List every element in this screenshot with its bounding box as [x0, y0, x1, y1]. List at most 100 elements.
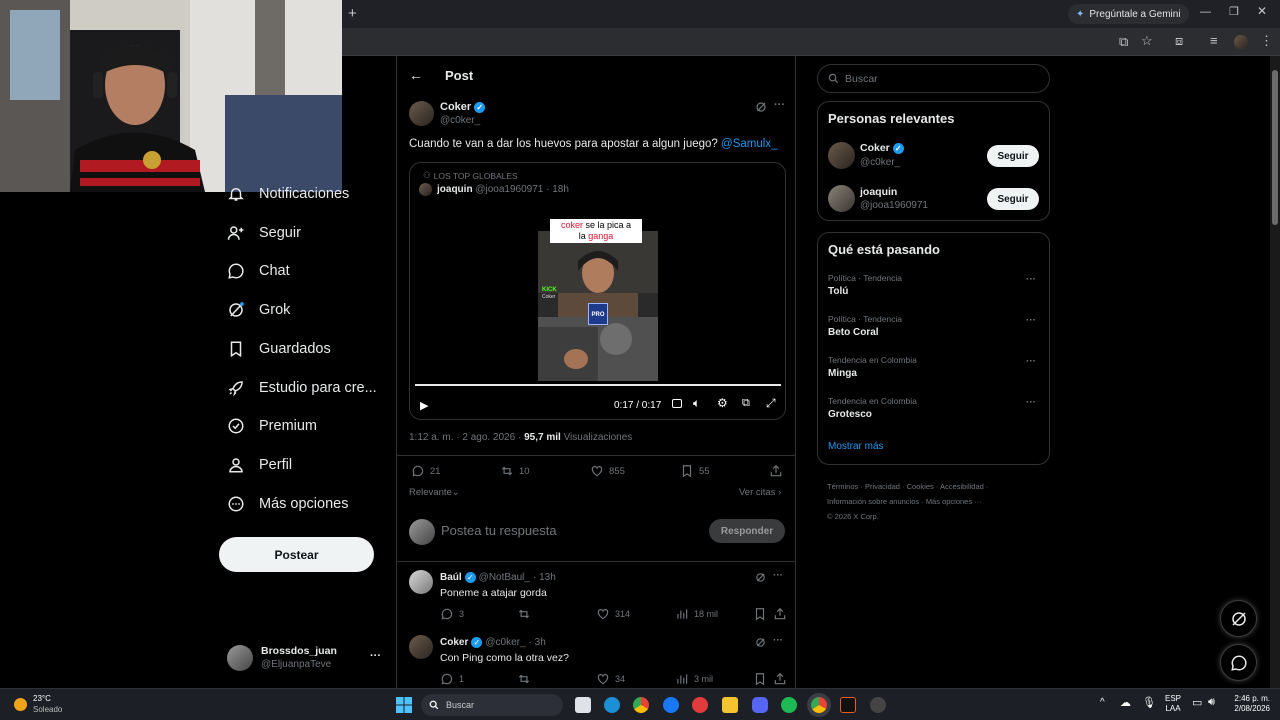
- clock[interactable]: 2:46 p. m. 2/08/2026: [1228, 694, 1270, 714]
- windows-start-icon[interactable]: [396, 697, 412, 713]
- footer-link-cookies[interactable]: Cookies: [907, 482, 934, 491]
- reply-share-button[interactable]: [773, 672, 787, 686]
- video-progress-bar[interactable]: [415, 384, 781, 386]
- facebook-icon[interactable]: [663, 697, 679, 713]
- trend-item[interactable]: Política · Tendencia Beto Coral ···: [818, 312, 1049, 348]
- close-window-icon[interactable]: ✕: [1257, 4, 1267, 18]
- trend-more-icon[interactable]: ···: [1026, 397, 1036, 408]
- new-tab-button[interactable]: +: [348, 5, 357, 22]
- sidebar-item-premium[interactable]: Premium: [227, 411, 317, 441]
- play-icon[interactable]: ▶: [420, 399, 428, 412]
- install-app-icon[interactable]: ⧉: [1119, 34, 1128, 50]
- footer-link-privacidad[interactable]: Privacidad: [865, 482, 900, 491]
- grok-explain-icon[interactable]: [755, 572, 766, 583]
- share-button[interactable]: [769, 464, 783, 478]
- reply-repost-button[interactable]: [517, 607, 531, 621]
- fullscreen-icon[interactable]: ⤢: [766, 396, 776, 411]
- post-more-icon[interactable]: ···: [774, 99, 785, 111]
- reply-input[interactable]: Postea tu respuesta: [441, 523, 557, 538]
- messages-floating-button[interactable]: [1220, 644, 1257, 681]
- minimize-icon[interactable]: —: [1200, 6, 1211, 18]
- restore-icon[interactable]: ❐: [1229, 5, 1239, 18]
- settings-gear-icon[interactable]: ⚙: [717, 396, 728, 410]
- footer-link-accesibilidad[interactable]: Accesibilidad: [940, 482, 984, 491]
- captions-icon[interactable]: [672, 399, 682, 408]
- post-author-handle[interactable]: @c0ker_: [440, 115, 480, 126]
- sidebar-item-perfil[interactable]: Perfil: [227, 450, 292, 480]
- taskbar-search[interactable]: Buscar: [421, 694, 563, 716]
- sidebar-item-grok[interactable]: Grok: [227, 295, 290, 325]
- footer-link-terminos[interactable]: Términos: [827, 482, 858, 491]
- file-explorer-icon[interactable]: [722, 697, 738, 713]
- task-view-icon[interactable]: [575, 697, 591, 713]
- gemini-button[interactable]: ✦ Pregúntale a Gemini: [1068, 4, 1189, 24]
- reply-item[interactable]: Baúl ✓ @NotBaul_ · 13h ··· Poneme a ataj…: [397, 564, 795, 628]
- like-button[interactable]: 855: [590, 464, 625, 478]
- reply-views[interactable]: 3 mil: [675, 672, 713, 686]
- grok-explain-icon[interactable]: [755, 101, 767, 113]
- post-author-avatar[interactable]: [409, 101, 434, 126]
- reply-reply-button[interactable]: 3: [440, 607, 464, 621]
- reply-repost-button[interactable]: [517, 672, 531, 686]
- star-icon[interactable]: ☆: [1141, 33, 1153, 49]
- reply-submit-button[interactable]: Responder: [709, 519, 785, 543]
- reply-share-button[interactable]: [773, 607, 787, 621]
- edge-icon[interactable]: [604, 697, 620, 713]
- display-icon[interactable]: ▭: [1192, 696, 1202, 709]
- reply-views[interactable]: 18 mil: [675, 607, 718, 621]
- person-avatar[interactable]: [828, 142, 855, 169]
- chrome-active-icon[interactable]: [811, 697, 827, 713]
- reading-list-icon[interactable]: ≡: [1210, 33, 1218, 48]
- person-name[interactable]: joaquin: [860, 186, 897, 198]
- sidebar-item-guardados[interactable]: Guardados: [227, 334, 331, 364]
- person-avatar[interactable]: [828, 185, 855, 212]
- extensions-icon[interactable]: ⧈: [1175, 33, 1183, 49]
- chrome-icon[interactable]: [633, 697, 649, 713]
- reply-bookmark-button[interactable]: [753, 672, 767, 686]
- trend-item[interactable]: Tendencia en Colombia Grotesco ···: [818, 394, 1049, 430]
- postear-button[interactable]: Postear: [219, 537, 374, 572]
- sidebar-item-notificaciones[interactable]: Notificaciones: [227, 179, 349, 209]
- app-grey-icon[interactable]: [870, 697, 886, 713]
- reply-more-icon[interactable]: ···: [773, 635, 783, 646]
- repost-button[interactable]: 10: [500, 464, 530, 478]
- reply-reply-button[interactable]: 1: [440, 672, 464, 686]
- discord-icon[interactable]: [752, 697, 768, 713]
- profile-avatar[interactable]: [1234, 35, 1248, 49]
- reply-button[interactable]: 21: [411, 464, 441, 478]
- quotes-link[interactable]: Ver citas ›: [739, 487, 781, 498]
- account-more-icon[interactable]: ···: [370, 650, 381, 662]
- search-input[interactable]: Buscar: [817, 64, 1050, 93]
- trend-more-icon[interactable]: ···: [1026, 356, 1036, 367]
- footer-link-anuncios[interactable]: Información sobre anuncios: [827, 497, 919, 506]
- scrollbar-thumb[interactable]: [1272, 70, 1278, 225]
- network-icon[interactable]: ☁: [1120, 696, 1131, 709]
- quoted-post[interactable]: ⚇ LOS TOP GLOBALES joaquin @jooa1960971 …: [409, 162, 786, 420]
- bookmark-button[interactable]: 55: [680, 464, 710, 478]
- reply-like-button[interactable]: 34: [596, 672, 625, 686]
- microphone-icon[interactable]: 🎙︎: [1142, 696, 1156, 709]
- person-name[interactable]: Coker ✓: [860, 142, 904, 154]
- sidebar-item-seguir[interactable]: Seguir: [227, 218, 301, 248]
- video-player[interactable]: KICK Coker PRO coker se la pica a la gan…: [410, 207, 785, 419]
- reply-avatar[interactable]: [409, 570, 433, 594]
- trend-more-icon[interactable]: ···: [1026, 274, 1036, 285]
- sun-weather-icon[interactable]: [14, 698, 27, 711]
- back-arrow-icon[interactable]: ←: [409, 67, 423, 83]
- language-indicator[interactable]: ESP LAA: [1165, 694, 1181, 714]
- app-dark-icon[interactable]: [840, 697, 856, 713]
- spotify-icon[interactable]: [781, 697, 797, 713]
- menu-icon[interactable]: ⋮: [1260, 33, 1273, 49]
- sort-dropdown[interactable]: Relevante⌄: [409, 487, 460, 498]
- sidebar-item-chat[interactable]: Chat: [227, 256, 290, 286]
- grok-floating-button[interactable]: [1220, 600, 1257, 637]
- grok-explain-icon[interactable]: [755, 637, 766, 648]
- sidebar-item-mas-opciones[interactable]: Más opciones: [227, 489, 348, 519]
- sidebar-item-estudio[interactable]: Estudio para cre...: [227, 373, 377, 403]
- page-scrollbar[interactable]: [1270, 56, 1280, 688]
- mention-link[interactable]: @Samulx_: [721, 138, 777, 150]
- reply-more-icon[interactable]: ···: [773, 570, 783, 581]
- follow-button[interactable]: Seguir: [987, 145, 1039, 167]
- reply-item[interactable]: Coker ✓ @c0ker_ · 3h ··· Con Ping como l…: [397, 629, 795, 689]
- trend-item[interactable]: Tendencia en Colombia Minga ···: [818, 353, 1049, 389]
